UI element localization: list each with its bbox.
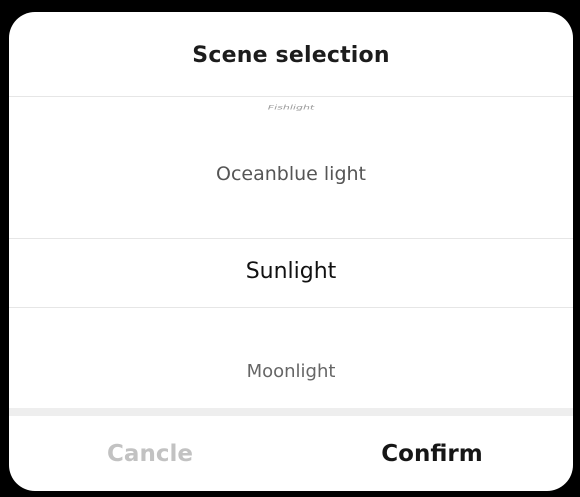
- option-oceanblue-light[interactable]: Oceanblue light: [9, 163, 573, 185]
- dialog-title: Scene selection: [192, 42, 390, 68]
- option-fishlight[interactable]: Fishlight: [9, 104, 573, 111]
- cancel-button[interactable]: Cancle: [9, 416, 291, 491]
- selection-top-divider: [9, 238, 573, 239]
- scene-selection-dialog: Scene selection Fishlight Oceanblue ligh…: [9, 12, 573, 491]
- option-moonlight[interactable]: Moonlight: [9, 361, 573, 382]
- title-divider: [9, 96, 573, 97]
- dialog-button-bar: Cancle Confirm: [9, 416, 573, 491]
- confirm-button[interactable]: Confirm: [291, 416, 573, 491]
- option-sunlight-selected[interactable]: Sunlight: [9, 259, 573, 284]
- selection-bottom-divider: [9, 307, 573, 308]
- button-separator: [9, 408, 573, 416]
